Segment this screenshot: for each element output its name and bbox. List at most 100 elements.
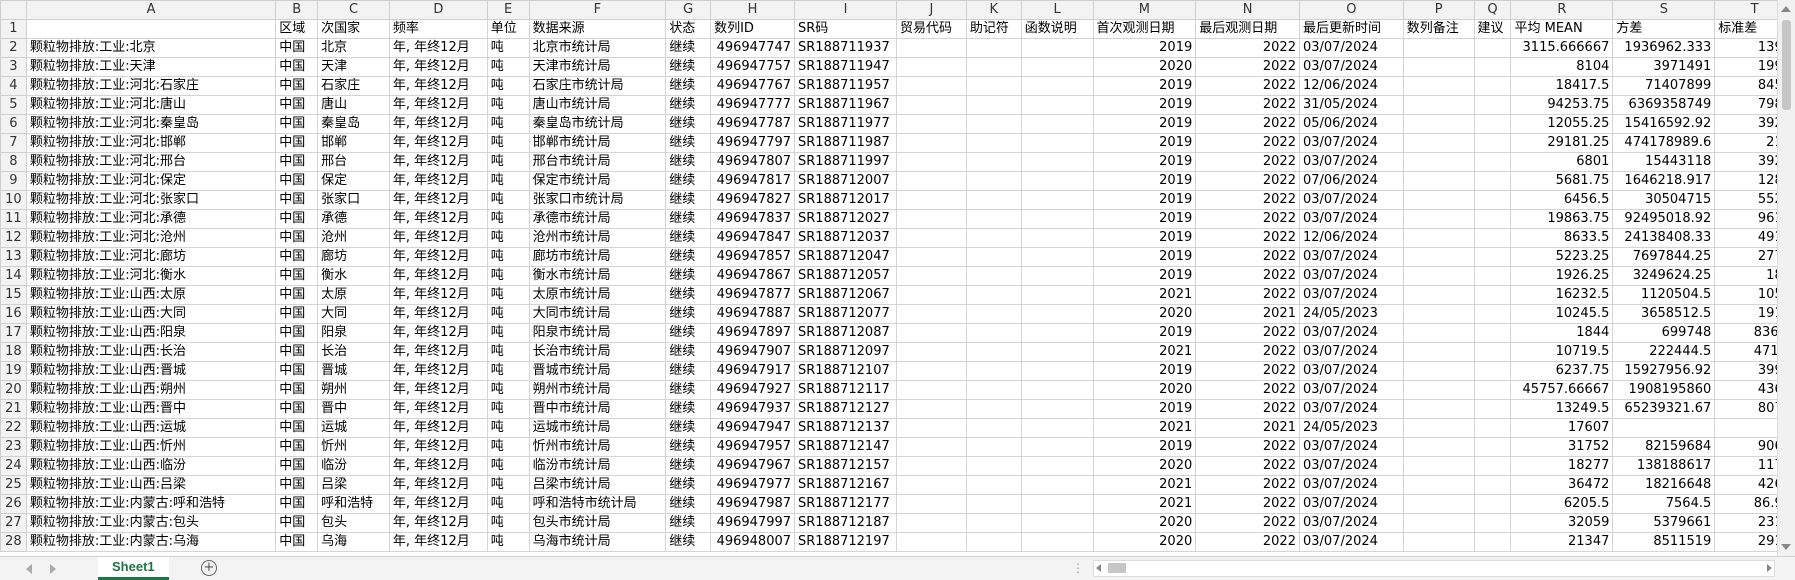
- cell[interactable]: 2020: [1092, 304, 1197, 324]
- cell[interactable]: 吨: [486, 247, 530, 267]
- cell[interactable]: 2019: [1092, 38, 1197, 58]
- cell[interactable]: 2022: [1195, 266, 1300, 286]
- cell[interactable]: 中国: [275, 247, 319, 267]
- cell[interactable]: SR188712067: [794, 285, 897, 305]
- cell[interactable]: [1473, 323, 1512, 343]
- cell[interactable]: [965, 190, 1022, 210]
- cell[interactable]: [895, 76, 967, 96]
- cell[interactable]: SR188712037: [794, 228, 897, 248]
- cell[interactable]: [1473, 266, 1512, 286]
- cell[interactable]: 2019: [1092, 399, 1197, 419]
- cell[interactable]: 颗粒物排放:工业:河北:承德: [25, 209, 277, 229]
- cell[interactable]: 2022: [1195, 190, 1300, 210]
- cell[interactable]: [1020, 532, 1094, 552]
- cell[interactable]: SR188712177: [794, 494, 897, 514]
- cell[interactable]: 474178989.6: [1612, 133, 1716, 153]
- row-number[interactable]: 18: [0, 342, 27, 362]
- cell[interactable]: 沧州: [317, 228, 390, 248]
- cell[interactable]: SR188712017: [794, 190, 897, 210]
- cell[interactable]: 颗粒物排放:工业:山西:运城: [25, 418, 277, 438]
- cell[interactable]: 7564.5: [1612, 494, 1716, 514]
- cell[interactable]: 6456.5: [1510, 190, 1614, 210]
- cell[interactable]: 30504715: [1612, 190, 1716, 210]
- cell[interactable]: SR188712087: [794, 323, 897, 343]
- cell[interactable]: 继续: [665, 209, 712, 229]
- cell[interactable]: [1402, 532, 1475, 552]
- cell[interactable]: 继续: [665, 361, 712, 381]
- cell[interactable]: 继续: [665, 342, 712, 362]
- cell[interactable]: [965, 304, 1022, 324]
- cell[interactable]: 继续: [665, 323, 712, 343]
- cell[interactable]: [1473, 171, 1512, 191]
- cell[interactable]: 年, 年终12月: [388, 76, 488, 96]
- cell[interactable]: [895, 494, 967, 514]
- cell[interactable]: [1402, 323, 1475, 343]
- cell[interactable]: 年, 年终12月: [388, 513, 488, 533]
- cell[interactable]: [965, 266, 1022, 286]
- cell[interactable]: [965, 152, 1022, 172]
- header-cell[interactable]: 平均 MEAN: [1510, 19, 1614, 39]
- cell[interactable]: [1020, 114, 1094, 134]
- cell[interactable]: 石家庄市统计局: [528, 76, 667, 96]
- cell[interactable]: [1473, 513, 1512, 533]
- cell[interactable]: [1020, 190, 1094, 210]
- cell[interactable]: [1402, 475, 1475, 495]
- cell[interactable]: [1020, 228, 1094, 248]
- cell[interactable]: 2019: [1092, 152, 1197, 172]
- row-number[interactable]: 3: [0, 57, 27, 77]
- cell[interactable]: [1473, 342, 1512, 362]
- cell[interactable]: 2022: [1195, 513, 1300, 533]
- cell[interactable]: 长治: [317, 342, 390, 362]
- cell[interactable]: 2022: [1195, 76, 1300, 96]
- cell[interactable]: 24/05/2023: [1298, 304, 1404, 324]
- cell[interactable]: 吨: [486, 190, 530, 210]
- cell[interactable]: [895, 38, 967, 58]
- cell[interactable]: 29181.25: [1510, 133, 1614, 153]
- cell[interactable]: 496947767: [710, 76, 796, 96]
- cell[interactable]: 中国: [275, 209, 319, 229]
- column-header-h[interactable]: H: [710, 0, 796, 20]
- cell[interactable]: 496947987: [710, 494, 796, 514]
- cell[interactable]: [895, 380, 967, 400]
- cell[interactable]: 2022: [1195, 95, 1300, 115]
- cell[interactable]: [1020, 475, 1094, 495]
- cell[interactable]: 2022: [1195, 456, 1300, 476]
- cell[interactable]: SR188712077: [794, 304, 897, 324]
- cell[interactable]: 吕梁市统计局: [528, 475, 667, 495]
- cell[interactable]: 吨: [486, 380, 530, 400]
- cell[interactable]: 吨: [486, 228, 530, 248]
- prev-sheet-icon[interactable]: [26, 564, 32, 574]
- cell[interactable]: 中国: [275, 361, 319, 381]
- cell[interactable]: 颗粒物排放:工业:河北:邯郸: [25, 133, 277, 153]
- cell[interactable]: [965, 133, 1022, 153]
- cell[interactable]: [1402, 437, 1475, 457]
- cell[interactable]: 中国: [275, 228, 319, 248]
- cell[interactable]: 10719.5: [1510, 342, 1614, 362]
- cell[interactable]: 2020: [1092, 532, 1197, 552]
- cell[interactable]: 138188617: [1612, 456, 1716, 476]
- cell[interactable]: [1402, 76, 1475, 96]
- cell[interactable]: [965, 38, 1022, 58]
- cell[interactable]: 年, 年终12月: [388, 228, 488, 248]
- cell[interactable]: 92495018.92: [1612, 209, 1716, 229]
- cell[interactable]: [895, 342, 967, 362]
- cell[interactable]: 2022: [1195, 57, 1300, 77]
- cell[interactable]: 8633.5: [1510, 228, 1614, 248]
- cell[interactable]: 继续: [665, 190, 712, 210]
- cell[interactable]: [965, 171, 1022, 191]
- cell[interactable]: 年, 年终12月: [388, 247, 488, 267]
- select-all-corner[interactable]: [0, 0, 27, 20]
- cell[interactable]: 2022: [1195, 152, 1300, 172]
- row-number[interactable]: 15: [0, 285, 27, 305]
- cell[interactable]: 颗粒物排放:工业:河北:秦皇岛: [25, 114, 277, 134]
- cell[interactable]: 呼和浩特市统计局: [528, 494, 667, 514]
- cell[interactable]: 3658512.5: [1612, 304, 1716, 324]
- cell[interactable]: [1473, 399, 1512, 419]
- cell[interactable]: 03/07/2024: [1298, 475, 1404, 495]
- cell[interactable]: 年, 年终12月: [388, 57, 488, 77]
- cell[interactable]: 继续: [665, 513, 712, 533]
- cell[interactable]: 颗粒物排放:工业:天津: [25, 57, 277, 77]
- cell[interactable]: [965, 361, 1022, 381]
- cell[interactable]: 6205.5: [1510, 494, 1614, 514]
- cell[interactable]: [895, 133, 967, 153]
